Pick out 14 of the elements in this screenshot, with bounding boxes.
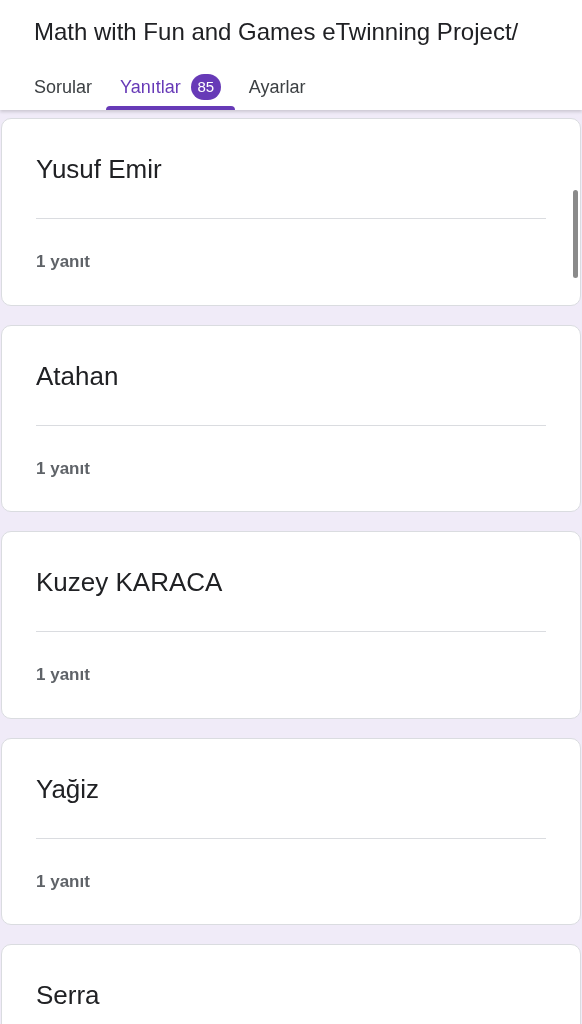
response-count: 1 yanıt: [36, 251, 91, 273]
tab[interactable]: Ayarlar: [234, 64, 320, 110]
response-count: 1 yanıt: [36, 870, 91, 893]
question-title: Kuzey KARACA: [36, 566, 224, 598]
form-title: Math with Fun and Games eTwinning Project/: [33, 17, 520, 47]
response-count: 1 yanıt: [36, 664, 91, 686]
count-badge: 85: [190, 74, 221, 100]
question-title: Atahan: [36, 359, 120, 392]
tab[interactable]: Yanıtlar 85: [106, 64, 235, 110]
question-title: Yusuf Emir: [36, 153, 163, 185]
tab[interactable]: Sorular: [20, 64, 107, 110]
question-title: Serra: [36, 979, 101, 1011]
response-count: 1 yanıt: [36, 457, 91, 480]
question-title: Yağiz: [36, 772, 101, 805]
